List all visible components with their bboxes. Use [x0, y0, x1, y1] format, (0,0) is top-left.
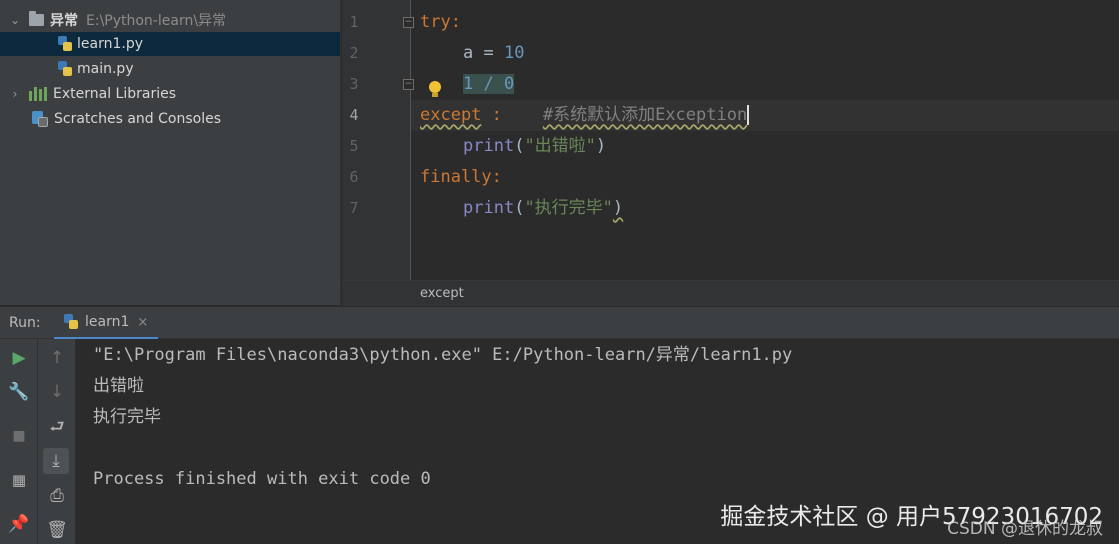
pin-icon[interactable]: 📌 [6, 511, 32, 537]
tree-scratches[interactable]: Scratches and Consoles [0, 107, 340, 131]
project-tree: ⌄ 异常 E:\Python-learn\异常 learn1.py main.p… [0, 0, 341, 305]
soft-wrap-icon[interactable]: ⮐ [44, 415, 70, 441]
fold-marker-icon[interactable]: − [403, 17, 414, 28]
tree-file-learn1[interactable]: learn1.py [0, 32, 340, 56]
tree-label: External Libraries [53, 86, 176, 102]
tab-run-learn1[interactable]: learn1 × [54, 307, 158, 340]
stop-icon[interactable]: ■ [6, 423, 32, 449]
code-line: print("出错啦") [463, 136, 607, 156]
code-comment: #系统默认添加Exception [542, 105, 750, 125]
run-label: Run: [9, 315, 41, 331]
run-toolbar-secondary: ↑ ↓ ⮐ ⤓ ⎙ 🗑 [38, 339, 75, 544]
tree-root-folder[interactable]: ⌄ 异常 E:\Python-learn\异常 [0, 8, 340, 32]
library-icon [29, 87, 47, 101]
code-line: 1 / 0 [463, 74, 515, 94]
code-line: a = 10 [463, 43, 525, 63]
tree-label: Scratches and Consoles [54, 111, 221, 127]
line-number: 7 [349, 199, 359, 217]
code-line: except : #系统默认添加Exception [420, 105, 750, 125]
line-number: 5 [349, 137, 359, 155]
line-number: 3 [349, 75, 359, 93]
run-panel-header: Run: learn1 × [0, 306, 1119, 340]
line-number: 2 [349, 44, 359, 62]
folder-name: 异常 [50, 13, 78, 29]
chevron-down-icon[interactable]: ⌄ [9, 13, 21, 27]
arrow-up-icon[interactable]: ↑ [44, 345, 70, 371]
scroll-to-end-icon[interactable]: ⤓ [43, 448, 69, 474]
run-toolbar-primary: ▶ 🔧 ■ ▦ 📌 [0, 339, 38, 544]
console-line: 执行完毕 [93, 407, 161, 427]
console-line: "E:\Program Files\naconda3\python.exe" E… [93, 345, 793, 365]
rerun-play-icon[interactable]: ▶ [6, 345, 32, 371]
file-name: learn1.py [77, 36, 143, 52]
chevron-right-icon[interactable]: › [9, 87, 21, 101]
tab-label: learn1 [85, 314, 130, 330]
lightbulb-icon[interactable] [428, 81, 442, 99]
arrow-down-icon[interactable]: ↓ [44, 379, 70, 405]
line-number: 4 [349, 106, 359, 124]
folder-path: E:\Python-learn\异常 [86, 13, 227, 29]
trash-icon[interactable]: 🗑 [44, 517, 70, 543]
python-file-icon [58, 61, 72, 77]
console-line: 出错啦 [93, 376, 144, 396]
breadcrumb[interactable]: except [342, 280, 1119, 306]
line-number: 1 [349, 13, 359, 31]
close-icon[interactable]: × [137, 315, 148, 330]
tree-external-libraries[interactable]: › External Libraries [0, 82, 340, 106]
print-icon[interactable]: ⎙ [44, 483, 70, 509]
code-line: try: [420, 12, 461, 32]
code-line: print("执行完毕") [463, 198, 624, 218]
code-line: finally: [420, 167, 502, 187]
breadcrumb-item[interactable]: except [420, 286, 464, 301]
tree-file-main[interactable]: main.py [0, 57, 340, 81]
scratches-icon [32, 111, 48, 127]
watermark-secondary: CSDN @退休的龙叔 [947, 519, 1103, 539]
layout-icon[interactable]: ▦ [6, 467, 32, 493]
console-line: Process finished with exit code 0 [93, 469, 431, 489]
fold-marker-icon[interactable]: − [403, 79, 414, 90]
folder-icon [29, 11, 44, 26]
python-icon [64, 314, 78, 330]
python-file-icon [58, 36, 72, 52]
file-name: main.py [77, 61, 134, 77]
line-number: 6 [349, 168, 359, 186]
wrench-icon[interactable]: 🔧 [6, 379, 32, 405]
